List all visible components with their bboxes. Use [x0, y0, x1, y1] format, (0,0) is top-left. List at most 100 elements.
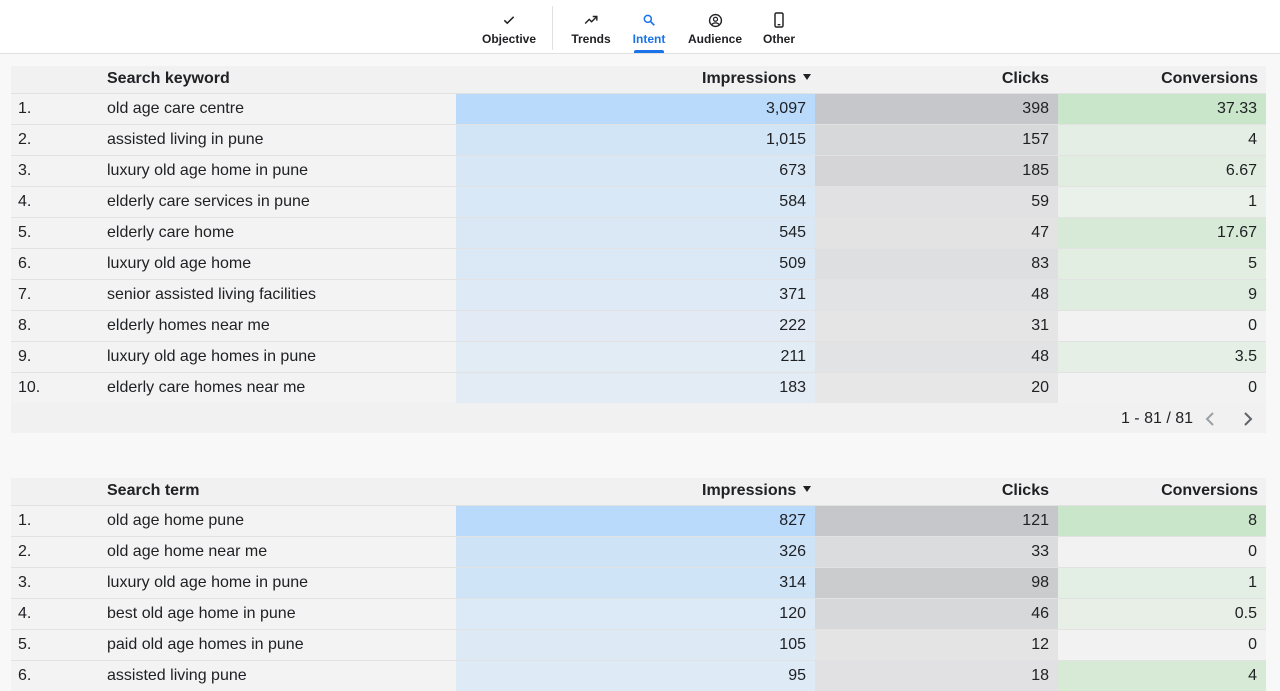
impressions-cell: 371	[456, 280, 815, 310]
keyword-cell: paid old age homes in pune	[107, 636, 304, 653]
impressions-cell: 120	[456, 599, 815, 629]
clicks-cell: 33	[815, 537, 1058, 567]
row-number: 7.	[18, 286, 32, 303]
table-row[interactable]: 6. assisted living pune 95 18 4	[11, 660, 1266, 691]
tab-intent[interactable]: Intent	[630, 0, 668, 53]
row-number: 5.	[18, 224, 32, 241]
table-row[interactable]: 10. elderly care homes near me 183 20 0	[11, 372, 1266, 403]
conversions-cell: 9	[1058, 280, 1266, 310]
keyword-cell: old age care centre	[107, 100, 244, 117]
table-row[interactable]: 5. elderly care home 545 47 17.67	[11, 217, 1266, 248]
conversions-cell: 0	[1058, 630, 1266, 660]
conversions-cell: 3.5	[1058, 342, 1266, 372]
conversions-cell: 37.33	[1058, 94, 1266, 124]
row-number: 4.	[18, 605, 32, 622]
clicks-cell: 46	[815, 599, 1058, 629]
table-row[interactable]: 3. luxury old age home in pune 314 98 1	[11, 567, 1266, 598]
table-header: Search term Impressions Clicks Conversio…	[11, 478, 1266, 505]
keyword-cell: senior assisted living facilities	[107, 286, 316, 303]
impressions-cell: 95	[456, 661, 815, 691]
impressions-cell: 105	[456, 630, 815, 660]
search-icon	[642, 12, 656, 28]
tab-label: Intent	[632, 32, 666, 46]
row-number: 1.	[18, 512, 32, 529]
impressions-cell: 211	[456, 342, 815, 372]
header-search-keyword[interactable]: Search keyword	[107, 70, 230, 88]
row-number: 2.	[18, 131, 32, 148]
impressions-cell: 545	[456, 218, 815, 248]
header-search-term[interactable]: Search term	[107, 482, 200, 500]
next-page-icon[interactable]	[1241, 411, 1255, 432]
prev-page-icon[interactable]	[1203, 411, 1217, 432]
impressions-cell: 314	[456, 568, 815, 598]
table-row[interactable]: 1. old age home pune 827 121 8	[11, 505, 1266, 536]
keyword-cell: assisted living pune	[107, 667, 247, 684]
conversions-cell: 0	[1058, 537, 1266, 567]
keyword-cell: assisted living in pune	[107, 131, 264, 148]
row-number: 8.	[18, 317, 32, 334]
table-row[interactable]: 2. assisted living in pune 1,015 157 4	[11, 124, 1266, 155]
check-icon	[502, 12, 516, 28]
row-number: 6.	[18, 255, 32, 272]
row-number: 10.	[18, 379, 41, 396]
clicks-cell: 59	[815, 187, 1058, 217]
sort-desc-icon	[803, 73, 812, 80]
conversions-cell: 0	[1058, 373, 1266, 403]
keyword-cell: luxury old age home in pune	[107, 574, 309, 591]
conversions-cell: 0.5	[1058, 599, 1266, 629]
active-tab-indicator	[634, 50, 664, 53]
table-row[interactable]: 3. luxury old age home in pune 673 185 6.67	[11, 155, 1266, 186]
table-row[interactable]: 4. elderly care services in pune 584 59 1	[11, 186, 1266, 217]
impressions-cell: 673	[456, 156, 815, 186]
conversions-cell: 4	[1058, 661, 1266, 691]
conversions-cell: 6.67	[1058, 156, 1266, 186]
impressions-cell: 827	[456, 506, 815, 536]
keyword-cell: elderly homes near me	[107, 317, 270, 334]
table-row[interactable]: 7. senior assisted living facilities 371 48…	[11, 279, 1266, 310]
clicks-cell: 31	[815, 311, 1058, 341]
row-number: 2.	[18, 543, 32, 560]
row-number: 3.	[18, 574, 32, 591]
tab-audience[interactable]: Audience	[686, 0, 744, 53]
header-conversions[interactable]: Conversions	[1161, 70, 1258, 88]
header-clicks[interactable]: Clicks	[1002, 482, 1049, 500]
tab-objective[interactable]: Objective	[480, 0, 538, 53]
report-tab-bar: Objective Trends Intent Audience Other	[0, 0, 1280, 54]
impressions-cell: 584	[456, 187, 815, 217]
header-clicks[interactable]: Clicks	[1002, 70, 1049, 88]
table-row[interactable]: 2. old age home near me 326 33 0	[11, 536, 1266, 567]
impressions-cell: 183	[456, 373, 815, 403]
keyword-cell: old age home pune	[107, 512, 244, 529]
table-row[interactable]: 5. paid old age homes in pune 105 12 0	[11, 629, 1266, 660]
tab-other[interactable]: Other	[762, 0, 796, 53]
header-conversions[interactable]: Conversions	[1161, 482, 1258, 500]
header-impressions-label: Impressions	[702, 70, 797, 87]
account-circle-icon	[708, 12, 723, 28]
keyword-cell: elderly care services in pune	[107, 193, 310, 210]
conversions-cell: 5	[1058, 249, 1266, 279]
row-number: 9.	[18, 348, 32, 365]
keyword-cell: old age home near me	[107, 543, 268, 560]
clicks-cell: 12	[815, 630, 1058, 660]
tab-label: Other	[762, 32, 795, 46]
table-header: Search keyword Impressions Clicks Conver…	[11, 66, 1266, 93]
header-impressions[interactable]: Impressions	[702, 70, 812, 88]
table-row[interactable]: 4. best old age home in pune 120 46 0.5	[11, 598, 1266, 629]
table-row[interactable]: 9. luxury old age homes in pune 211 48 3.5	[11, 341, 1266, 372]
impressions-cell: 3,097	[456, 94, 815, 124]
header-impressions[interactable]: Impressions	[702, 482, 812, 500]
tab-divider	[552, 6, 553, 50]
conversions-cell: 8	[1058, 506, 1266, 536]
table-row[interactable]: 8. elderly homes near me 222 31 0	[11, 310, 1266, 341]
tab-trends[interactable]: Trends	[568, 0, 614, 53]
table-row[interactable]: 1. old age care centre 3,097 398 37.33	[11, 93, 1266, 124]
clicks-cell: 83	[815, 249, 1058, 279]
row-number: 6.	[18, 667, 32, 684]
clicks-cell: 48	[815, 342, 1058, 372]
table-row[interactable]: 6. luxury old age home 509 83 5	[11, 248, 1266, 279]
smartphone-icon	[773, 12, 785, 28]
search-keyword-table: Search keyword Impressions Clicks Conver…	[11, 66, 1266, 433]
pagination: 1 - 81 / 81	[11, 402, 1266, 433]
keyword-cell: luxury old age home	[107, 255, 252, 272]
impressions-cell: 326	[456, 537, 815, 567]
